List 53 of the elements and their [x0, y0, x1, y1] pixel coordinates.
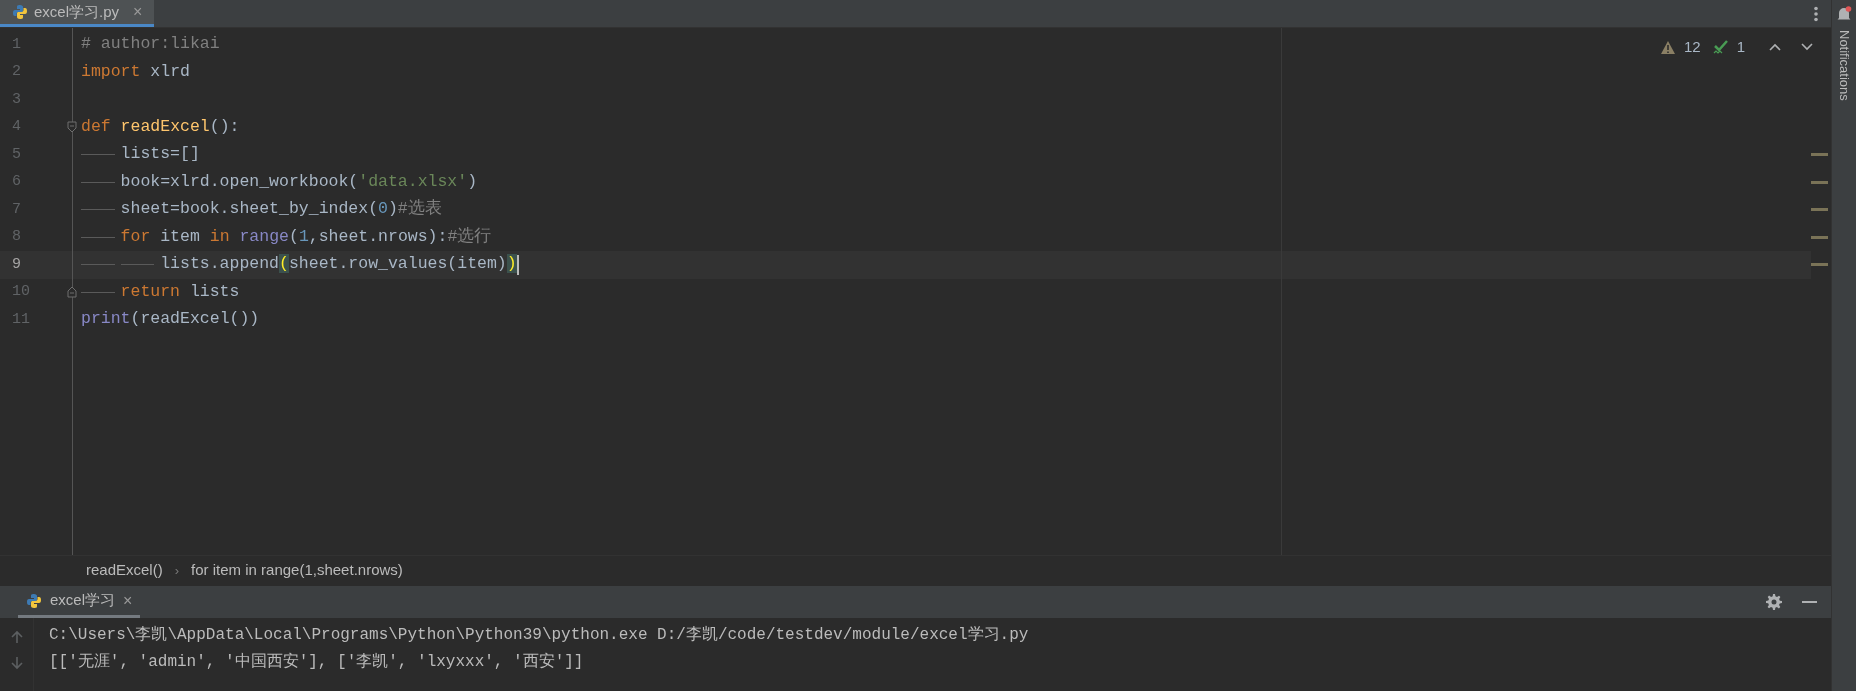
file-tab[interactable]: excel学习.py ×	[0, 0, 155, 27]
line-number: 10	[12, 282, 30, 302]
code-line: book=xlrd.open_workbook('data.xlsx')	[120, 170, 478, 193]
warning-marker[interactable]	[1811, 235, 1828, 239]
warning-marker[interactable]	[1811, 153, 1828, 157]
code-line: def readExcel():	[81, 115, 240, 138]
run-tab-title: excel学习	[50, 590, 116, 611]
line-number: 3	[12, 89, 21, 110]
code-line: lists=[]	[120, 143, 200, 166]
warning-marker[interactable]	[1811, 263, 1828, 267]
bell-icon[interactable]	[1836, 6, 1852, 22]
breadcrumb[interactable]: readExcel()	[86, 559, 163, 582]
breadcrumb[interactable]: for item in range(1,sheet.nrows)	[191, 559, 403, 582]
weak-warning-count: 1	[1736, 37, 1745, 57]
settings-icon[interactable]	[1766, 594, 1782, 610]
warning-marker[interactable]	[1811, 180, 1828, 184]
chevron-up-icon[interactable]	[1769, 43, 1781, 52]
text-cursor	[516, 254, 519, 275]
code-line: for item in range(1,sheet.nrows):#选行	[120, 225, 492, 248]
python-file-icon	[12, 4, 28, 20]
console-output-line: [['无涯', 'admin', '中国西安'], ['李凯', 'lxyxxx', '西安']]	[49, 651, 585, 673]
line-number: 7	[12, 199, 21, 220]
notifications-tab[interactable]: Notifications	[1834, 30, 1854, 101]
fold-icon[interactable]	[67, 286, 77, 299]
line-number: 2	[12, 62, 21, 82]
check-icon[interactable]	[1712, 39, 1729, 56]
line-number: 11	[12, 309, 30, 330]
more-options-icon[interactable]	[1813, 5, 1819, 22]
code-line: # author:likai	[81, 33, 220, 56]
fold-icon[interactable]	[67, 121, 77, 134]
line-number: 8	[12, 227, 21, 247]
line-number: 9	[12, 254, 21, 275]
code-line: print(readExcel())	[81, 308, 260, 331]
line-number: 4	[12, 117, 21, 137]
code-line: sheet=book.sheet_by_index(0)#选表	[120, 198, 442, 221]
run-tab[interactable]: excel学习 ×	[18, 586, 141, 618]
warning-icon[interactable]	[1659, 39, 1676, 55]
warning-count: 12	[1683, 37, 1701, 57]
console-output-line: C:\Users\李凯\AppData\Local\Programs\Python\Python39\python.exe D:/李凯/code/testdev/module/excel学习.py	[49, 624, 1029, 646]
python-icon	[26, 592, 42, 609]
code-line: import xlrd	[81, 60, 190, 83]
chevron-down-icon[interactable]	[1801, 43, 1813, 52]
line-number: 5	[12, 144, 21, 165]
close-run-tab-button[interactable]: ×	[123, 588, 133, 613]
breadcrumb-separator: ›	[174, 561, 180, 580]
tab-title: excel学习.py	[34, 1, 120, 22]
arrow-down-icon[interactable]	[10, 656, 23, 670]
warning-marker[interactable]	[1811, 208, 1828, 212]
line-number: 6	[12, 172, 21, 192]
code-line: return lists	[120, 280, 240, 303]
arrow-up-icon[interactable]	[10, 630, 23, 644]
line-number: 1	[12, 34, 21, 55]
code-line: lists.append(sheet.row_values(item))	[160, 253, 517, 276]
